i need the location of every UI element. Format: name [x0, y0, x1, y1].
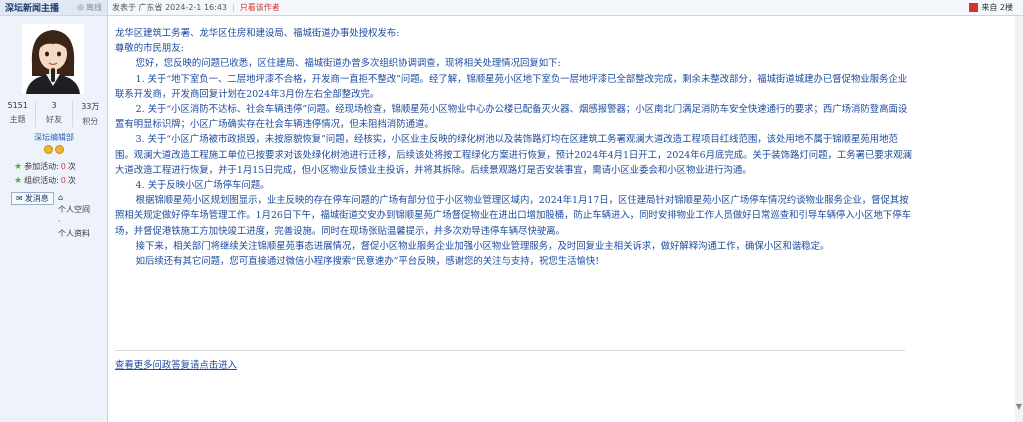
- user-rank[interactable]: 深坛编辑部: [0, 132, 108, 143]
- stat-value: 3: [51, 101, 57, 110]
- stat-value: 33万: [81, 102, 100, 111]
- star-icon: ★: [14, 161, 23, 172]
- post-time: 发表于 广东省 2024-2-1 16:43: [112, 3, 227, 12]
- more-replies-link[interactable]: 查看更多问政答复请点击进入: [115, 357, 237, 371]
- user-header: 深坛新闻主播 离线: [0, 0, 107, 16]
- only-author-link[interactable]: 只看该作者: [240, 2, 280, 13]
- user-stats: 5151 主题 3 好友 33万 积分: [0, 101, 108, 127]
- post-paragraph: 您好，您反映的问题已收悉，区住建局、福城街道办曾多次组织协调调查，现将相关处理情…: [135, 58, 561, 70]
- post-paragraph: 根据锦顺星苑小区规划图显示，业主反映的存在停车问题的广场有部分位于小区物业管理区…: [115, 195, 912, 237]
- activity-joined: ★ 参加活动: 0 次: [14, 161, 76, 172]
- avatar[interactable]: [22, 24, 84, 94]
- post-paragraph: 1. 关于“地下室负一、二层地坪漆不合格，开发商一直拒不整改”问题。经了解，锦顺…: [115, 73, 908, 100]
- post-paragraph: 2. 关于“小区消防不达标、社会车辆违停”问题。经现场检查，锦顺星苑小区物业中心…: [115, 104, 908, 131]
- username[interactable]: 深坛新闻主播: [5, 1, 77, 14]
- stat-topics[interactable]: 5151 主题: [0, 101, 37, 127]
- stat-label: 主题: [9, 115, 26, 124]
- online-status: 离线: [77, 2, 102, 13]
- offline-icon: [77, 4, 84, 11]
- personal-profile-link[interactable]: · 个人资料: [58, 216, 90, 240]
- profile-links: ⌂ 个人空间 · 个人资料: [58, 192, 90, 240]
- post-paragraph: 4. 关于反映小区广场停车问题。: [135, 180, 270, 192]
- stat-label: 好友: [45, 115, 62, 124]
- activity-organized-label: 组织活动:: [24, 176, 59, 185]
- stat-value: 5151: [7, 101, 28, 110]
- activity-joined-unit: 次: [67, 162, 76, 171]
- medals: [44, 145, 64, 154]
- activity-joined-label: 参加活动:: [24, 162, 59, 171]
- activity-organized-value: 0: [60, 176, 66, 185]
- floor-indicator: 来自 2楼: [969, 2, 1013, 13]
- post-body: 龙华区建筑工务署、龙华区住房和建设局、福城街道办事处授权发布: 尊敬的市民朋友:…: [115, 26, 915, 269]
- separator: |: [232, 3, 235, 12]
- divider: [115, 350, 905, 351]
- post-paragraph: 3. 关于“小区广场被市政损毁，未按原貌恢复”问题，经核实，小区业主反映的绿化树…: [115, 134, 912, 176]
- star-icon: ★: [14, 175, 23, 186]
- floor-icon: [969, 3, 979, 12]
- personal-space-link[interactable]: ⌂ 个人空间: [58, 192, 90, 216]
- activity-organized-unit: 次: [67, 176, 76, 185]
- post-meta-bar: 发表于 广东省 2024-2-1 16:43 | 只看该作者 来自 2楼: [108, 0, 1023, 16]
- post-greeting: 尊敬的市民朋友:: [115, 43, 184, 55]
- stat-label: 积分: [82, 117, 99, 126]
- stat-friends[interactable]: 3 好友: [36, 101, 73, 127]
- scroll-down-icon[interactable]: ▼: [1015, 402, 1023, 416]
- medal-icon: [55, 145, 64, 154]
- send-message-button[interactable]: ✉ 发消息: [11, 192, 54, 205]
- medal-icon: [44, 145, 53, 154]
- online-status-label: 离线: [86, 3, 102, 12]
- stat-points[interactable]: 33万 积分: [73, 101, 108, 127]
- send-message-label: 发消息: [24, 194, 49, 203]
- envelope-icon: ✉: [16, 194, 23, 203]
- post-heading: 龙华区建筑工务署、龙华区住房和建设局、福城街道办事处授权发布:: [115, 28, 400, 39]
- personal-space-label: 个人空间: [58, 205, 90, 214]
- activity-joined-value: 0: [60, 162, 66, 171]
- activity-organized: ★ 组织活动: 0 次: [14, 175, 76, 186]
- scrollbar[interactable]: ▼: [1015, 16, 1023, 422]
- user-sidebar: 深坛新闻主播 离线 5151 主题 3 好友 33万 积分 深坛编辑部 ★ 参加…: [0, 0, 108, 422]
- post-paragraph: 接下来，相关部门将继续关注锦顺星苑事态进展情况，督促小区物业服务企业加强小区物业…: [135, 240, 830, 252]
- personal-profile-label: 个人资料: [58, 229, 90, 238]
- floor-label: 来自 2楼: [981, 3, 1013, 12]
- post-paragraph: 如后续还有其它问题，您可直接通过微信小程序搜索“民意速办”平台反映，感谢您的关注…: [135, 256, 600, 268]
